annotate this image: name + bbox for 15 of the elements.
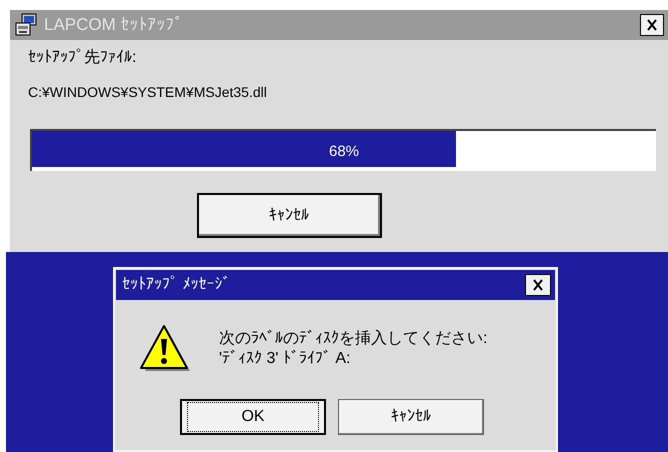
- close-button[interactable]: [640, 14, 664, 36]
- progress-reading: 68%: [328, 142, 360, 162]
- close-button[interactable]: [525, 274, 551, 296]
- close-icon: [531, 279, 545, 291]
- file-path: C:¥WINDOWS¥SYSTEM¥MSJet35.dll: [28, 83, 268, 102]
- close-icon: [645, 19, 659, 31]
- cancel-button[interactable]: ｷｬﾝｾﾙ: [196, 193, 382, 238]
- warning-icon: [137, 323, 191, 373]
- window-title: LAPCOM ｾｯﾄｱｯﾌﾟ: [44, 14, 184, 36]
- destination-label: ｾｯﾄｱｯﾌﾟ先ﾌｧｲﾙ:: [28, 48, 138, 68]
- dialog-button[interactable]: ｷｬﾝｾﾙ: [338, 399, 484, 435]
- message-text: 'ﾃﾞｨｽｸ 3' ﾄﾞﾗｲﾌﾞ A:: [219, 349, 352, 369]
- message-text: 次のﾗﾍﾞﾙのﾃﾞｨｽｸを挿入してください:: [219, 329, 488, 349]
- dialog-button[interactable]: OK: [180, 399, 326, 435]
- dialog-title: ｾｯﾄｱｯﾌﾟ ﾒｯｾｰｼﾞ: [122, 274, 230, 295]
